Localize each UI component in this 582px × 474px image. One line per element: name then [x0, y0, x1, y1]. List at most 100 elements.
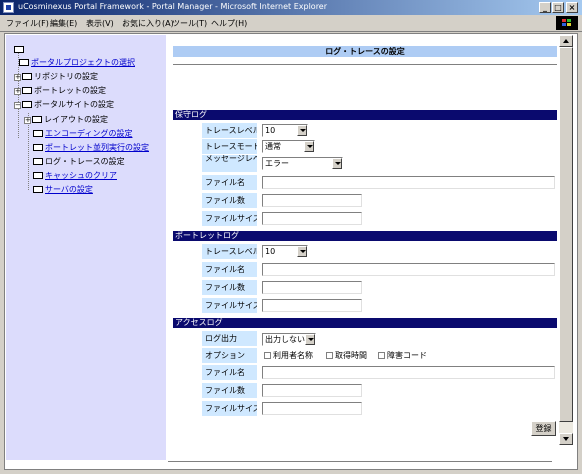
- dropdown-arrow-icon[interactable]: [297, 125, 307, 136]
- access-log-output-select[interactable]: 出力しない: [262, 333, 316, 346]
- access-file-name-input[interactable]: [262, 366, 555, 379]
- section-access-log: アクセスログ: [173, 318, 557, 328]
- folder-icon: [32, 116, 42, 123]
- tree-root[interactable]: [14, 45, 26, 55]
- tree-item-label: ポータルサイトの設定: [34, 100, 114, 109]
- file-name-label: ファイル名: [202, 175, 257, 190]
- checkbox-box[interactable]: [326, 352, 333, 359]
- collapse-minus-icon[interactable]: −: [14, 102, 21, 109]
- checkbox-box[interactable]: [264, 352, 271, 359]
- trace-level-label: トレースレベル: [202, 244, 257, 259]
- tree-item-label: ポートレットの設定: [34, 86, 106, 95]
- menu-help[interactable]: ヘルプ(H): [211, 18, 247, 29]
- divider: [173, 64, 557, 65]
- menu-view[interactable]: 表示(V): [86, 18, 114, 29]
- folder-icon: [33, 144, 43, 151]
- portlet-file-size-input[interactable]: [262, 299, 362, 312]
- scrollbar-thumb[interactable]: [559, 47, 573, 422]
- window-title: uCosminexus Portal Framework - Portal Ma…: [18, 2, 328, 11]
- menu-file[interactable]: ファイル(F): [6, 18, 49, 29]
- maintenance-trace-mode-select[interactable]: 通常: [262, 140, 315, 153]
- checkbox-label: 取得時間: [335, 351, 367, 360]
- tree-item-layout[interactable]: + レイアウトの設定: [24, 115, 108, 125]
- tree-item-server[interactable]: サーバの設定: [33, 185, 93, 195]
- select-value: 10: [265, 126, 276, 135]
- maintenance-file-size-input[interactable]: [262, 212, 362, 225]
- checkbox-label: 利用者名称: [273, 351, 313, 360]
- option-acquire-time-checkbox[interactable]: 取得時間: [326, 351, 367, 361]
- file-size-label: ファイルサイズ: [202, 401, 257, 416]
- tree-item-label: ログ・トレースの設定: [45, 157, 125, 166]
- tree-item-portlet[interactable]: + ポートレットの設定: [14, 86, 106, 96]
- checkbox-label: 障害コード: [387, 351, 427, 360]
- scroll-down-arrow-icon[interactable]: [559, 433, 573, 445]
- folder-icon: [22, 101, 32, 108]
- portlet-trace-level-select[interactable]: 10: [262, 245, 308, 258]
- divider: [168, 461, 552, 462]
- tree-item-label[interactable]: エンコーディングの設定: [45, 129, 132, 138]
- tree-item-label[interactable]: キャッシュのクリア: [45, 171, 117, 180]
- folder-icon: [33, 172, 43, 179]
- maintenance-file-name-input[interactable]: [262, 176, 555, 189]
- options-label: オプション: [202, 348, 257, 363]
- folder-icon: [22, 73, 32, 80]
- maintenance-message-level-select[interactable]: エラー: [262, 157, 343, 170]
- file-name-label: ファイル名: [202, 365, 257, 380]
- portlet-file-name-input[interactable]: [262, 263, 555, 276]
- minimize-button[interactable]: _: [539, 2, 551, 13]
- tree-item-portal-site[interactable]: − ポータルサイトの設定: [14, 100, 114, 110]
- scroll-up-arrow-icon[interactable]: [559, 35, 573, 47]
- vertical-scrollbar[interactable]: [559, 35, 573, 445]
- tree-item-label: レイアウトの設定: [44, 115, 108, 124]
- browser-client-area: ポータルプロジェクトの選択 + リポジトリの設定 + ポートレットの設定 − ポータル…: [4, 33, 578, 470]
- folder-icon: [19, 59, 29, 66]
- dropdown-arrow-icon[interactable]: [305, 334, 315, 345]
- expand-plus-icon[interactable]: +: [24, 117, 31, 124]
- menu-edit[interactable]: 編集(E): [50, 18, 77, 29]
- file-size-label: ファイルサイズ: [202, 211, 257, 226]
- ie-app-icon[interactable]: [3, 2, 14, 13]
- tree-item-repository[interactable]: + リポジトリの設定: [14, 72, 98, 82]
- maximize-button[interactable]: □: [552, 2, 564, 13]
- tree-item-encoding[interactable]: エンコーディングの設定: [33, 129, 132, 139]
- tree-item-portal-project[interactable]: ポータルプロジェクトの選択: [19, 58, 135, 68]
- tree-item-parallel[interactable]: ポートレット並列実行の設定: [33, 143, 149, 153]
- access-file-count-input[interactable]: [262, 384, 362, 397]
- section-maintenance-log: 保守ログ: [173, 110, 557, 120]
- message-level-label: メッセージレベル: [202, 155, 257, 172]
- register-button[interactable]: 登録: [531, 421, 556, 436]
- tree-item-label[interactable]: ポートレット並列実行の設定: [45, 143, 149, 152]
- menu-favorites[interactable]: お気に入り(A): [122, 18, 174, 29]
- maintenance-trace-level-select[interactable]: 10: [262, 124, 308, 137]
- select-value: 出力しない: [265, 335, 305, 344]
- tree-item-cache-clear[interactable]: キャッシュのクリア: [33, 171, 117, 181]
- open-folder-icon: [33, 158, 43, 165]
- title-bar: uCosminexus Portal Framework - Portal Ma…: [0, 0, 582, 15]
- expand-plus-icon[interactable]: +: [14, 74, 21, 81]
- option-user-name-checkbox[interactable]: 利用者名称: [264, 351, 313, 361]
- close-button[interactable]: ×: [566, 2, 578, 13]
- dropdown-arrow-icon[interactable]: [332, 158, 342, 169]
- folder-icon: [14, 46, 24, 53]
- expand-plus-icon[interactable]: +: [14, 88, 21, 95]
- dropdown-arrow-icon[interactable]: [304, 141, 314, 152]
- page-title: ログ・トレースの設定: [173, 46, 557, 57]
- section-portlet-log: ポートレットログ: [173, 231, 557, 241]
- log-output-label: ログ出力: [202, 331, 257, 346]
- tree-item-label[interactable]: サーバの設定: [45, 185, 93, 194]
- checkbox-box[interactable]: [378, 352, 385, 359]
- folder-icon: [33, 130, 43, 137]
- settings-content: ログ・トレースの設定 保守ログ トレースレベル 10 トレースモード 通常 メッ…: [166, 35, 564, 460]
- tree-item-label[interactable]: ポータルプロジェクトの選択: [31, 58, 135, 67]
- portlet-file-count-input[interactable]: [262, 281, 362, 294]
- maintenance-file-count-input[interactable]: [262, 194, 362, 207]
- navigation-tree: ポータルプロジェクトの選択 + リポジトリの設定 + ポートレットの設定 − ポータル…: [6, 35, 166, 460]
- file-size-label: ファイルサイズ: [202, 298, 257, 313]
- menu-tools[interactable]: ツール(T): [172, 18, 207, 29]
- file-count-label: ファイル数: [202, 280, 257, 295]
- option-error-code-checkbox[interactable]: 障害コード: [378, 351, 427, 361]
- file-count-label: ファイル数: [202, 193, 257, 208]
- dropdown-arrow-icon[interactable]: [297, 246, 307, 257]
- access-file-size-input[interactable]: [262, 402, 362, 415]
- tree-item-log-trace[interactable]: ログ・トレースの設定: [33, 157, 125, 167]
